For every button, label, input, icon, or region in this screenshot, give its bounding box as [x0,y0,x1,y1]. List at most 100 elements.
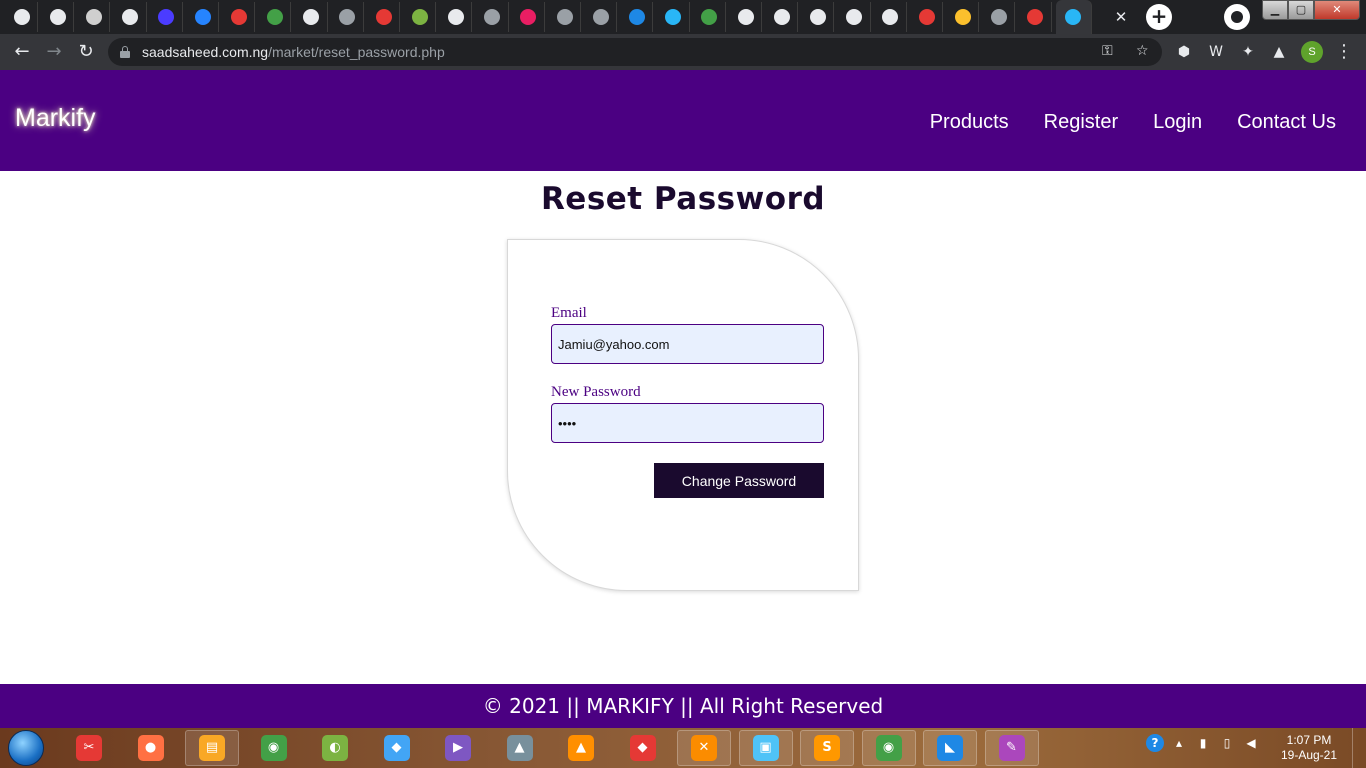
browser-tab[interactable] [187,2,219,32]
flask-icon[interactable]: ▲ [1269,42,1289,62]
volume-icon[interactable]: ◀ [1242,734,1260,752]
nav-register[interactable]: Register [1044,111,1118,134]
profile-avatar[interactable]: S [1301,41,1323,63]
key-icon[interactable]: ⚿ [1102,43,1113,59]
browser-tab[interactable] [115,2,147,32]
openai-icon [85,9,102,25]
browser-toolbar: ← → ↻ saadsaheed.com.ng/market/reset_pas… [0,34,1366,70]
address-bar[interactable]: saadsaheed.com.ng/market/reset_password.… [108,38,1162,66]
browser-tab[interactable] [259,2,292,32]
browser-tab[interactable] [223,2,256,32]
puzzle-extensions-icon[interactable]: ✦ [1238,42,1258,62]
browser-tab[interactable] [42,2,75,32]
minimize-button[interactable]: ▁ [1262,0,1288,20]
laravel-icon [990,9,1007,25]
taskbar-app-button[interactable]: ◆ [616,730,670,766]
browser-tab[interactable] [947,2,980,32]
new-password-field[interactable] [551,403,824,443]
browser-tab[interactable] [549,2,581,32]
browser-tab[interactable] [332,2,364,32]
chart-icon [809,9,826,25]
signal-icon[interactable]: ▮ [1194,734,1212,752]
globe-icon [846,9,863,25]
file-explorer-icon: ▤ [199,735,225,761]
browser-tab[interactable] [296,2,328,32]
browser-tab[interactable] [911,2,943,32]
browser-tab[interactable] [585,2,618,32]
browser-tab[interactable] [513,2,545,32]
browser-tab[interactable] [151,2,183,32]
taskbar-app-button[interactable]: S [800,730,854,766]
taskbar-app-button[interactable]: ◣ [923,730,977,766]
lock-icon[interactable] [120,46,130,58]
back-button[interactable]: ← [10,40,34,64]
taskbar-app-button[interactable]: ◐ [308,730,362,766]
vscode-icon: ◣ [937,735,963,761]
show-desktop-button[interactable] [1352,728,1366,768]
windows-taskbar: ✂ ● ▤ ◉ ◐ ◆ ▶ ▲ ▲ ◆ ✕ ▣ S ◉ ◣ ✎ ? ▴ ▮ ▯ ◀ 1:07 PM 19-Au… [0,728,1366,768]
close-tab-icon[interactable]: ✕ [1112,8,1130,26]
music-icon [520,9,537,25]
url-text[interactable]: saadsaheed.com.ng/market/reset_password.… [142,44,445,60]
browser-tab[interactable] [983,2,1016,32]
taskbar-app-button[interactable]: ◉ [861,730,916,766]
browser-tab[interactable] [694,2,726,32]
taskbar-clock[interactable]: 1:07 PM 19-Aug-21 [1278,733,1340,763]
taskbar-app-button[interactable]: ▲ [493,730,547,766]
taskbar-app-button[interactable]: ● [124,730,178,766]
chameleon-icon: ◐ [322,735,348,761]
browser-tab[interactable] [477,2,509,32]
cube-extension-icon[interactable]: ⬢ [1174,42,1194,62]
browser-tab[interactable] [621,2,654,32]
new-tab-button[interactable]: + [1146,4,1172,30]
browser-tab[interactable] [875,2,907,32]
site-footer: © 2021 || MARKIFY || All Right Reserved [0,684,1366,729]
nav-login[interactable]: Login [1153,111,1202,134]
taskbar-app-button[interactable]: ◆ [370,730,424,766]
browser-tab[interactable] [404,2,437,32]
browser-tab[interactable] [368,2,400,32]
taskbar-app-button[interactable]: ▶ [431,730,485,766]
seven-icon [303,9,320,25]
browser-tab[interactable] [78,2,111,32]
drive-icon [773,9,790,25]
sublime-text-icon: S [814,735,840,761]
browser-tab[interactable] [802,2,835,32]
chevron-down-icon [1231,11,1243,23]
nav-contact-us[interactable]: Contact Us [1237,111,1336,134]
browser-tab[interactable] [658,2,690,32]
taskbar-app-button[interactable]: ▲ [554,730,608,766]
taskbar-app-button[interactable]: ▣ [738,730,793,766]
taskbar-app-button[interactable]: ✂ [62,730,116,766]
browser-tab[interactable] [730,2,762,32]
chevron-up-icon[interactable]: ▴ [1170,734,1188,752]
start-button[interactable] [8,730,44,766]
taskbar-app-button[interactable]: ✕ [677,730,731,766]
change-password-button[interactable]: Change Password [654,463,824,498]
browser-tab[interactable] [766,2,799,32]
wappalyzer-extension-icon[interactable]: W [1206,42,1226,62]
help-icon[interactable]: ? [1146,734,1164,752]
forward-button[interactable]: → [42,40,66,64]
taskbar-app-button[interactable]: ✎ [984,730,1039,766]
email-field[interactable] [551,324,824,364]
taskbar-app-button[interactable]: ▤ [185,730,239,766]
jira-icon [194,9,211,25]
brand-logo[interactable]: Markify [15,104,96,133]
maximize-button[interactable]: ▢ [1288,0,1314,20]
browser-tab[interactable] [1020,2,1052,32]
reload-button[interactable]: ↻ [74,40,98,64]
star-icon[interactable]: ☆ [1136,43,1149,59]
globe-icon [447,9,464,25]
nav-products[interactable]: Products [930,111,1009,134]
email-label: Email [551,305,587,321]
browser-tab[interactable] [6,2,38,32]
window-close-button[interactable]: ✕ [1314,0,1360,20]
menu-icon[interactable]: ⋮ [1334,40,1354,64]
browser-tab[interactable] [1055,0,1092,34]
taskbar-app-button[interactable]: ◉ [247,730,301,766]
browser-tab[interactable] [440,2,473,32]
tab-search-button[interactable] [1224,4,1250,30]
browser-tab[interactable] [839,2,871,32]
battery-icon[interactable]: ▯ [1218,734,1236,752]
